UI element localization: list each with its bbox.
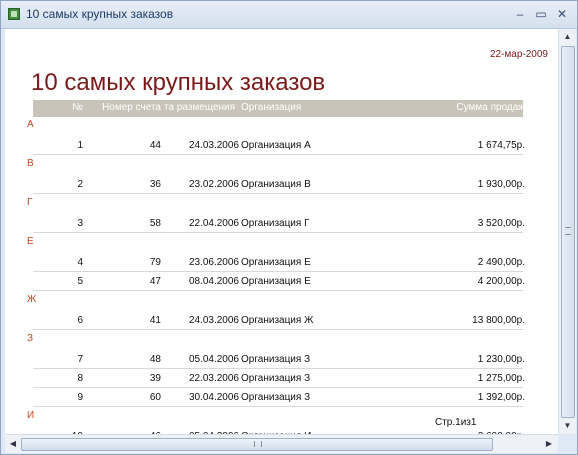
column-header-date: та размещения (164, 102, 236, 113)
order-date: 05.04.2006 (188, 354, 239, 365)
row-number: 6 (77, 315, 83, 326)
sales-amount: 1 930,00р. (477, 179, 525, 190)
row-divider (33, 406, 523, 407)
row-number: 4 (77, 257, 83, 268)
organization: Организация З (241, 392, 311, 403)
order-date: 30.04.2006 (188, 392, 239, 403)
vertical-scroll-thumb[interactable] (561, 46, 575, 418)
grip-icon (565, 227, 571, 235)
column-header-row: № Номер счета та размещения Организация … (33, 100, 525, 117)
group-letter: З (27, 333, 34, 344)
sales-amount: 1 275,00р. (477, 373, 525, 384)
organization: Организация Ж (241, 315, 314, 326)
table-row: 9 60 30.04.2006 Организация З 1 392,00р. (33, 389, 525, 407)
row-divider (33, 193, 523, 194)
page-number: Стр.1из1 (435, 417, 477, 428)
row-divider (33, 290, 523, 291)
report-view: 22-мар-2009 10 самых крупных заказов № Н… (5, 29, 558, 434)
row-divider (33, 232, 523, 233)
report-window: 10 самых крупных заказов – ▭ ✕ 22-мар-20… (0, 0, 578, 455)
invoice-number: 41 (149, 315, 161, 326)
vertical-scrollbar[interactable]: ▲ ▼ (558, 29, 576, 434)
arrow-up-icon[interactable]: ▲ (559, 30, 576, 44)
minimize-button[interactable]: – (512, 6, 528, 22)
organization: Организация З (241, 373, 311, 384)
table-row: 4 79 23.06.2006 Организация Е 2 490,00р. (33, 254, 525, 272)
row-number: 8 (77, 373, 83, 384)
invoice-number: 48 (149, 354, 161, 365)
column-header-organization: Организация (241, 102, 302, 113)
organization: Организация В (241, 179, 311, 190)
invoice-number: 39 (149, 373, 161, 384)
row-divider (33, 329, 523, 330)
group-letter: Г (27, 197, 33, 208)
order-date: 22.03.2006 (188, 373, 239, 384)
order-date: 22.04.2006 (188, 218, 239, 229)
row-divider (33, 154, 523, 155)
organization: Организация Е (241, 257, 311, 268)
grip-icon (254, 441, 262, 447)
access-report-icon (8, 8, 20, 20)
horizontal-scroll-thumb[interactable] (21, 438, 493, 451)
table-row: 1 44 24.03.2006 Организация А 1 674,75р. (33, 137, 525, 155)
restore-button[interactable]: ▭ (533, 6, 549, 22)
table-row: 8 39 22.03.2006 Организация З 1 275,00р. (33, 370, 525, 388)
organization: Организация Г (241, 218, 310, 229)
report-date: 22-мар-2009 (489, 49, 548, 60)
group-letter: А (27, 119, 34, 130)
row-number: 2 (77, 179, 83, 190)
column-header-sales: Сумма продаж (456, 102, 525, 113)
invoice-number: 60 (149, 392, 161, 403)
table-row: 3 58 22.04.2006 Организация Г 3 520,00р. (33, 215, 525, 233)
table-row: 7 48 05.04.2006 Организация З 1 230,00р. (33, 351, 525, 369)
group-letter: Ж (27, 294, 37, 305)
invoice-number: 44 (149, 140, 161, 151)
sales-amount: 13 800,00р. (472, 315, 525, 326)
title-bar[interactable]: 10 самых крупных заказов – ▭ ✕ (1, 1, 577, 29)
invoice-number: 79 (149, 257, 161, 268)
sales-amount: 4 200,00р. (477, 276, 525, 287)
order-date: 23.06.2006 (188, 257, 239, 268)
arrow-down-icon[interactable]: ▼ (559, 419, 576, 433)
sales-amount: 1 230,00р. (477, 354, 525, 365)
sales-amount: 3 520,00р. (477, 218, 525, 229)
group-letter: Е (27, 236, 34, 247)
column-header-number: № (72, 102, 83, 113)
invoice-number: 47 (149, 276, 161, 287)
row-divider (33, 368, 523, 369)
invoice-number: 36 (149, 179, 161, 190)
table-row: 6 41 24.03.2006 Организация Ж 13 800,00р. (33, 312, 525, 330)
organization: Организация З (241, 354, 311, 365)
row-number: 5 (77, 276, 83, 287)
organization: Организация А (241, 140, 311, 151)
arrow-left-icon[interactable]: ◀ (6, 436, 20, 452)
sales-amount: 1 674,75р. (477, 140, 525, 151)
close-button[interactable]: ✕ (554, 6, 570, 22)
arrow-right-icon[interactable]: ▶ (542, 436, 556, 452)
table-row: 5 47 08.04.2006 Организация Е 4 200,00р. (33, 273, 525, 291)
scrollbar-corner (558, 434, 576, 452)
sales-amount: 2 490,00р. (477, 257, 525, 268)
row-number: 1 (77, 140, 83, 151)
invoice-number: 58 (149, 218, 161, 229)
row-number: 9 (77, 392, 83, 403)
row-divider (33, 271, 523, 272)
report-title: 10 самых крупных заказов (31, 69, 326, 96)
table-row: 2 36 23.02.2006 Организация В 1 930,00р. (33, 176, 525, 194)
group-letter: И (27, 410, 35, 421)
order-date: 24.03.2006 (188, 315, 239, 326)
horizontal-scrollbar[interactable]: ◀ ▶ (5, 434, 558, 453)
order-date: 23.02.2006 (188, 179, 239, 190)
column-header-invoice: Номер счета (102, 102, 161, 113)
order-date: 24.03.2006 (188, 140, 239, 151)
window-title: 10 самых крупных заказов (26, 7, 174, 21)
group-letter: В (27, 158, 34, 169)
row-number: 3 (77, 218, 83, 229)
organization: Организация Е (241, 276, 311, 287)
sales-amount: 1 392,00р. (477, 392, 525, 403)
order-date: 08.04.2006 (188, 276, 239, 287)
row-divider (33, 387, 523, 388)
row-number: 7 (77, 354, 83, 365)
